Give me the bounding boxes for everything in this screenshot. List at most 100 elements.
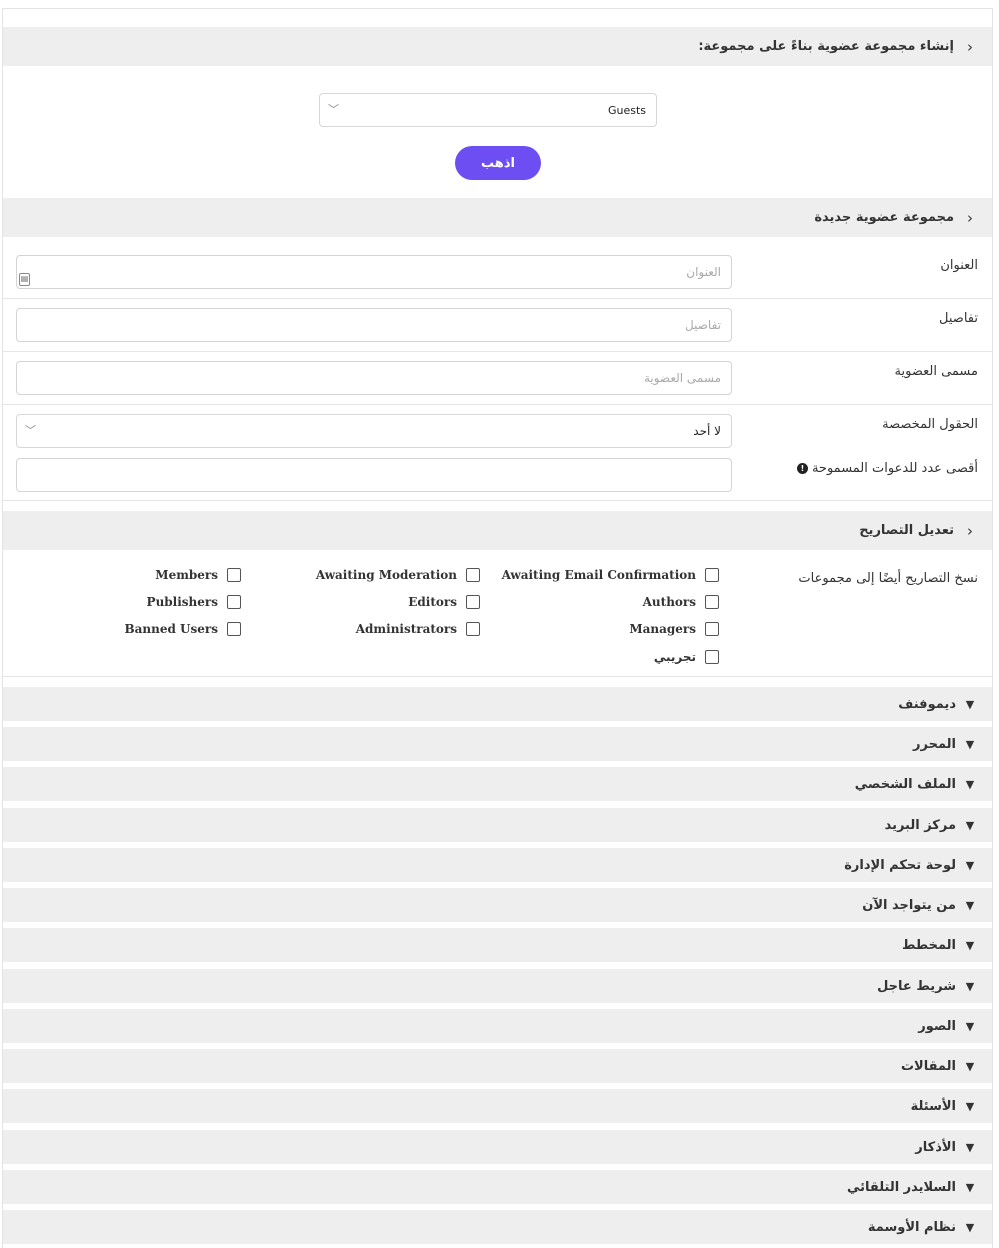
chevron-down-icon: ▼: [965, 818, 975, 832]
module-section-auto-slider[interactable]: ▼ السلايدر التلقائي: [3, 1170, 992, 1204]
max-invites-input[interactable]: [16, 458, 732, 492]
perm-group-label: Awaiting Email Confirmation: [501, 568, 696, 582]
divider: [3, 351, 992, 352]
membership-name-input[interactable]: [16, 361, 732, 395]
chevron-down-icon: ▼: [965, 697, 975, 711]
details-input[interactable]: [16, 308, 732, 342]
perm-group-label: Authors: [642, 595, 696, 609]
perm-group-managers[interactable]: Managers: [629, 622, 719, 636]
chevron-down-icon: ▼: [965, 938, 975, 952]
title-label: العنوان: [940, 258, 978, 273]
chevron-down-icon: ▼: [965, 1220, 975, 1234]
perm-group-awaiting-moderation[interactable]: Awaiting Moderation: [316, 568, 480, 582]
perm-group-publishers[interactable]: Publishers: [147, 595, 241, 609]
module-section-title: الأسئلة: [910, 1098, 956, 1114]
go-button[interactable]: اذهب: [455, 146, 541, 180]
module-section-photos[interactable]: ▼ الصور: [3, 1009, 992, 1043]
perm-group-label: Publishers: [146, 595, 218, 609]
id-card-icon: ▤: [19, 273, 30, 286]
module-section-title: شريط عاجل: [877, 978, 956, 994]
perm-group-editors[interactable]: Editors: [408, 595, 480, 609]
custom-fields-select[interactable]: لا أحد ﹀: [16, 414, 732, 448]
perm-group-label: Administrators: [355, 622, 457, 636]
perm-group-label: تجريبي: [653, 650, 696, 664]
chevron-left-icon: ‹: [967, 208, 973, 227]
module-section-questions[interactable]: ▼ الأسئلة: [3, 1089, 992, 1123]
base-group-value: Guests: [607, 103, 646, 117]
chevron-down-icon: ﹀: [25, 424, 36, 438]
module-section-mail-center[interactable]: ▼ مركز البريد: [3, 808, 992, 842]
title-input[interactable]: [16, 255, 732, 289]
checkbox[interactable]: [705, 650, 719, 664]
chevron-down-icon: ▼: [965, 1099, 975, 1113]
chevron-down-icon: ▼: [965, 1059, 975, 1073]
permissions-header[interactable]: ‹ تعديل التصاريح: [3, 511, 992, 550]
chevron-down-icon: ▼: [965, 1140, 975, 1154]
module-section-title: الملف الشخصي: [854, 776, 956, 792]
module-section-title: المخطط: [901, 937, 956, 953]
module-section-badges[interactable]: ▼ نظام الأوسمة: [3, 1210, 992, 1244]
module-section-articles[interactable]: ▼ المقالات: [3, 1049, 992, 1083]
module-section-whos-online[interactable]: ▼ من يتواجد الآن: [3, 888, 992, 922]
chevron-down-icon: ▼: [965, 777, 975, 791]
perm-group-authors[interactable]: Authors: [643, 595, 719, 609]
module-section-admin-dashboard[interactable]: ▼ لوحة تحكم الإدارة: [3, 848, 992, 882]
checkbox[interactable]: [466, 595, 480, 609]
module-section-title: مركز البريد: [884, 817, 956, 833]
chevron-down-icon: ▼: [965, 737, 975, 751]
chevron-left-icon: ‹: [967, 37, 973, 56]
checkbox[interactable]: [705, 595, 719, 609]
perm-group-members[interactable]: Members: [155, 568, 241, 582]
perm-group-test[interactable]: تجريبي: [654, 650, 719, 664]
perm-group-label: Members: [155, 568, 218, 582]
module-section-title: لوحة تحكم الإدارة: [844, 857, 956, 873]
module-section-profile[interactable]: ▼ الملف الشخصي: [3, 767, 992, 801]
perm-group-label: Awaiting Moderation: [315, 568, 457, 582]
permissions-title: تعديل التصاريح: [859, 523, 954, 538]
module-section-title: ديموفنف: [898, 696, 956, 712]
chevron-left-icon: ‹: [967, 521, 973, 540]
new-group-title: مجموعة عضوية جديدة: [814, 210, 954, 225]
module-section-title: الصور: [918, 1018, 956, 1034]
exclamation-circle-icon[interactable]: !: [796, 463, 808, 474]
chevron-down-icon: ▼: [965, 858, 975, 872]
perm-group-label: Banned Users: [124, 622, 218, 636]
perm-group-banned-users[interactable]: Banned Users: [124, 622, 241, 636]
divider: [3, 298, 992, 299]
membership-groups-page: ‹ إنشاء مجموعة عضوية بناءً على مجموعة: G…: [2, 8, 993, 1248]
perm-group-awaiting-email[interactable]: Awaiting Email Confirmation: [502, 568, 719, 582]
checkbox[interactable]: [227, 595, 241, 609]
perm-group-label: Managers: [629, 622, 696, 636]
divider: [3, 676, 992, 677]
details-label: تفاصيل: [939, 311, 978, 326]
chevron-down-icon: ▼: [965, 1180, 975, 1194]
module-section-title: الأذكار: [915, 1139, 956, 1155]
chevron-down-icon: ▼: [965, 898, 975, 912]
divider: [3, 404, 992, 405]
module-section-demo[interactable]: ▼ ديموفنف: [3, 687, 992, 721]
checkbox[interactable]: [466, 568, 480, 582]
perm-group-administrators[interactable]: Administrators: [356, 622, 480, 636]
new-group-header[interactable]: ‹ مجموعة عضوية جديدة: [3, 198, 992, 237]
perm-group-label: Editors: [408, 595, 457, 609]
checkbox[interactable]: [705, 622, 719, 636]
checkbox[interactable]: [227, 568, 241, 582]
module-section-title: المقالات: [900, 1058, 956, 1074]
chevron-down-icon: ▼: [965, 1019, 975, 1033]
module-section-adhkar[interactable]: ▼ الأذكار: [3, 1130, 992, 1164]
module-section-title: نظام الأوسمة: [867, 1219, 956, 1235]
checkbox[interactable]: [705, 568, 719, 582]
checkbox[interactable]: [466, 622, 480, 636]
checkbox[interactable]: [227, 622, 241, 636]
copy-permissions-label: نسخ التصاريح أيضًا إلى مجموعات: [798, 571, 978, 586]
module-section-layout[interactable]: ▼ المخطط: [3, 928, 992, 962]
module-section-news-ticker[interactable]: ▼ شريط عاجل: [3, 969, 992, 1003]
chevron-down-icon: ▼: [965, 979, 975, 993]
custom-fields-value: لا أحد: [693, 424, 721, 438]
custom-fields-label: الحقول المخصصة: [882, 417, 978, 432]
create-from-group-header[interactable]: ‹ إنشاء مجموعة عضوية بناءً على مجموعة:: [3, 27, 992, 66]
base-group-select[interactable]: Guests ﹀: [319, 93, 657, 127]
max-invites-label: أقصى عدد للدعوات المسموحة!: [796, 461, 978, 476]
module-section-title: من يتواجد الآن: [862, 897, 956, 913]
module-section-editor[interactable]: ▼ المحرر: [3, 727, 992, 761]
